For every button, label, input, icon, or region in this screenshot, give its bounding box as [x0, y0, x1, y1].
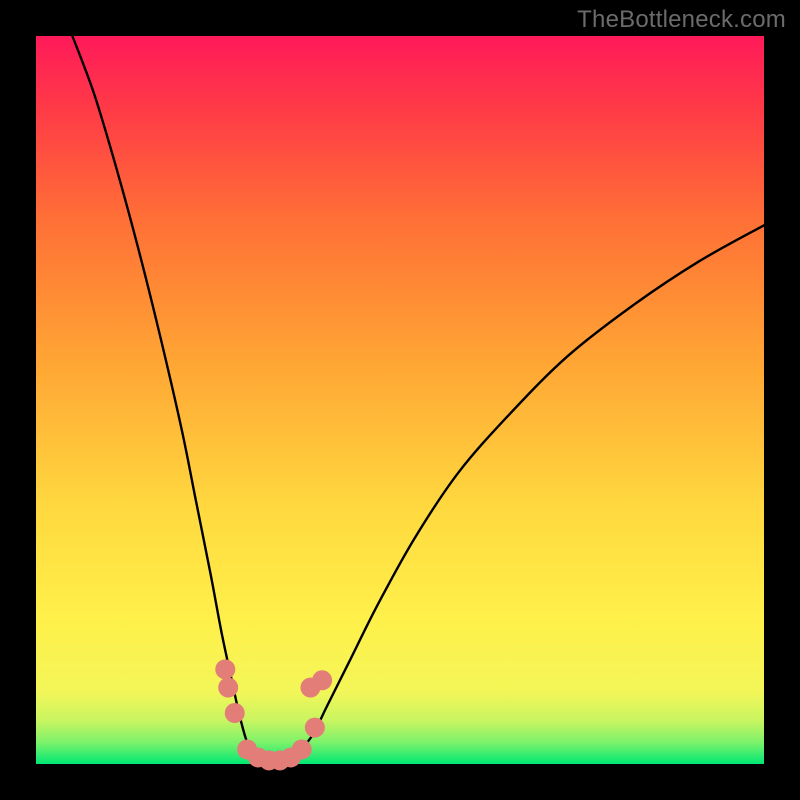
highlight-dot — [215, 659, 235, 679]
chart-frame: TheBottleneck.com — [0, 0, 800, 800]
plot-background — [36, 36, 764, 764]
highlight-dot — [312, 670, 332, 690]
chart-svg — [0, 0, 800, 800]
highlight-dot — [305, 718, 325, 738]
highlight-dot — [225, 703, 245, 723]
highlight-dot — [218, 678, 238, 698]
highlight-dot — [292, 739, 312, 759]
